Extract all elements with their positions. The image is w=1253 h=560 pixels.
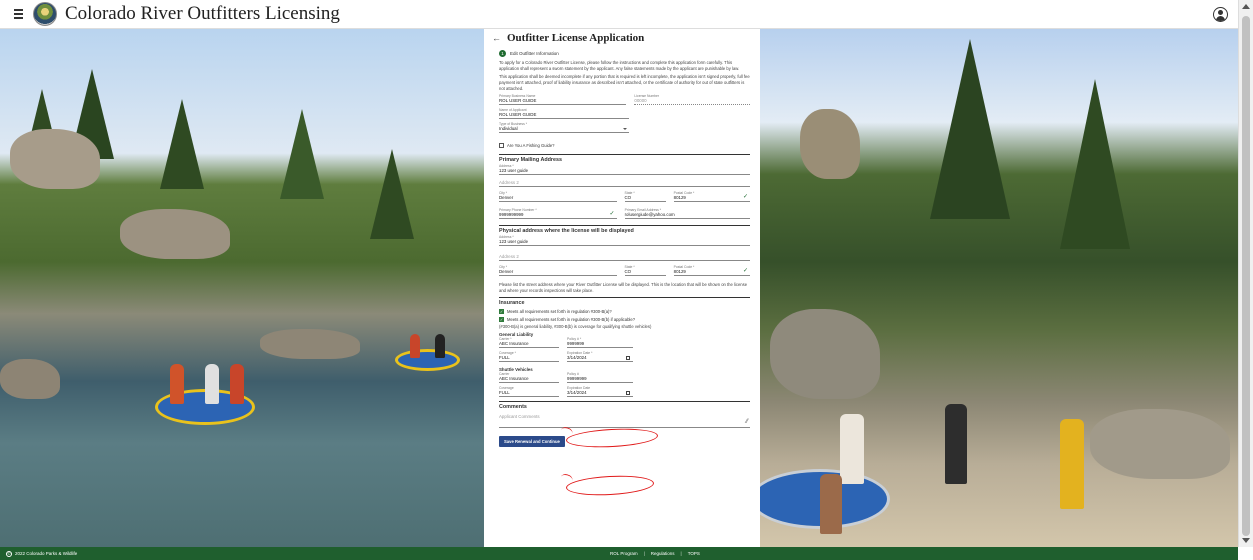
general-coverage-field[interactable]: Coverage * FULL (499, 351, 559, 363)
copyright-icon: © (6, 550, 12, 557)
calendar-icon[interactable] (626, 391, 630, 396)
application-form-panel: ← Outfitter License Application 1 Edit O… (484, 29, 760, 547)
state-seal-logo (33, 2, 57, 26)
insurance-note: (#300-B(a) is general liability, #300-B(… (499, 323, 652, 329)
check-icon: ✓ (742, 268, 748, 275)
chevron-down-icon (623, 128, 627, 131)
physical-zip-field[interactable]: Postal Code * 80129 ✓ (673, 265, 750, 277)
mailing-zip-field[interactable]: Postal Code * 80129 ✓ (673, 191, 750, 203)
app-title: Colorado River Outfitters Licensing (65, 3, 340, 24)
form-title: Outfitter License Application (507, 32, 645, 44)
shuttle-policy-field[interactable]: Policy # 99999999 (567, 372, 633, 384)
business-type-select[interactable]: Type of Business * Individual (499, 122, 629, 134)
app-header: Colorado River Outfitters Licensing (0, 0, 1238, 29)
mailing-email-field[interactable]: Primary Email Address * rolusergiude@yah… (624, 208, 750, 220)
site-footer: © 2022 Colorado Parks & Wildlife ROL Pro… (0, 547, 1238, 560)
shuttle-carrier-field[interactable]: Carrier ABC Insurance (499, 372, 559, 384)
hamburger-menu-icon[interactable] (7, 3, 29, 25)
physical-address-field[interactable]: Address * 123 user guide (499, 235, 750, 247)
physical-state-field[interactable]: State * CO (624, 265, 666, 277)
check-icon: ✓ (742, 194, 748, 201)
license-number-field: License Number 00000 (634, 94, 750, 106)
save-renewal-button[interactable]: Save Renewal and Continue (499, 436, 565, 448)
checkbox-checked-icon[interactable]: ✓ (499, 308, 504, 314)
fishing-guide-checkbox[interactable]: Are You A Fishing Guide? (499, 143, 750, 149)
back-arrow-icon[interactable]: ← (492, 33, 501, 43)
physical-address-heading: Physical address where the license will … (499, 225, 750, 234)
account-circle-icon[interactable] (1213, 7, 1228, 22)
scrollbar-thumb[interactable] (1242, 16, 1250, 536)
comments-textarea[interactable]: Applicant Comments ⁄⁄ (499, 412, 750, 429)
background-photo-left (0, 29, 484, 547)
general-expiration-date-field[interactable]: Expiration Date * 3/14/2024 (567, 351, 633, 363)
insurance-check-general[interactable]: ✓ Meets all requirements set forth in re… (499, 308, 750, 314)
calendar-icon[interactable] (626, 356, 630, 361)
mailing-phone-field[interactable]: Primary Phone Number * 9999999999 ✓ (499, 208, 617, 220)
intro-paragraph-1: To apply for a Colorado River Outfitter … (499, 60, 740, 71)
display-location-note: Please list the street address where you… (499, 282, 748, 294)
applicant-name-field[interactable]: Name of Applicant ROL USER GUIDE (499, 108, 629, 120)
copyright-text: 2022 Colorado Parks & Wildlife (15, 551, 78, 556)
scroll-down-icon[interactable] (1242, 538, 1250, 543)
insurance-check-shuttle[interactable]: ✓ Meets all requirements set forth in re… (499, 316, 750, 322)
resize-handle-icon[interactable]: ⁄⁄ (746, 419, 748, 425)
business-name-field[interactable]: Primary Business Name ROL USER GUIDE (499, 94, 627, 106)
background-photo-right (760, 29, 1238, 547)
physical-city-field[interactable]: City * Denver (499, 265, 617, 277)
step-header: 1 Edit Outfitter Information (499, 50, 750, 57)
step-number-badge: 1 (499, 50, 506, 57)
mailing-address-field[interactable]: Address * 123 user guide (499, 164, 750, 176)
physical-address2-field[interactable]: Address 2 (499, 254, 750, 262)
mailing-state-field[interactable]: State * CO (624, 191, 666, 203)
footer-link-rol-program[interactable]: ROL Program (610, 551, 638, 556)
checkbox-checked-icon[interactable]: ✓ (499, 316, 504, 322)
check-icon: ✓ (609, 211, 615, 218)
step-label: Edit Outfitter Information (510, 51, 559, 56)
shuttle-expiration-date-field[interactable]: Expiration Date 3/14/2024 (567, 386, 633, 398)
general-carrier-field[interactable]: Carrier * ABC Insurance (499, 337, 559, 349)
mailing-address-heading: Primary Mailing Address (499, 154, 750, 163)
general-policy-field[interactable]: Policy # * 9999999 (567, 337, 633, 349)
page-scrollbar[interactable] (1238, 0, 1253, 547)
checkbox-empty-icon[interactable] (499, 143, 504, 149)
mailing-city-field[interactable]: City * Denver (499, 191, 617, 203)
insurance-heading: Insurance (499, 296, 750, 306)
mailing-address2-field[interactable]: Address 2 (499, 180, 750, 188)
intro-paragraph-2: This application shall be deemed incompl… (499, 74, 750, 91)
scroll-up-icon[interactable] (1242, 4, 1250, 9)
footer-link-regulations[interactable]: Regulations (651, 551, 675, 556)
shuttle-coverage-field[interactable]: Coverage FULL (499, 386, 559, 398)
comments-heading: Comments (499, 401, 750, 410)
footer-link-tops[interactable]: TOPS (688, 551, 700, 556)
